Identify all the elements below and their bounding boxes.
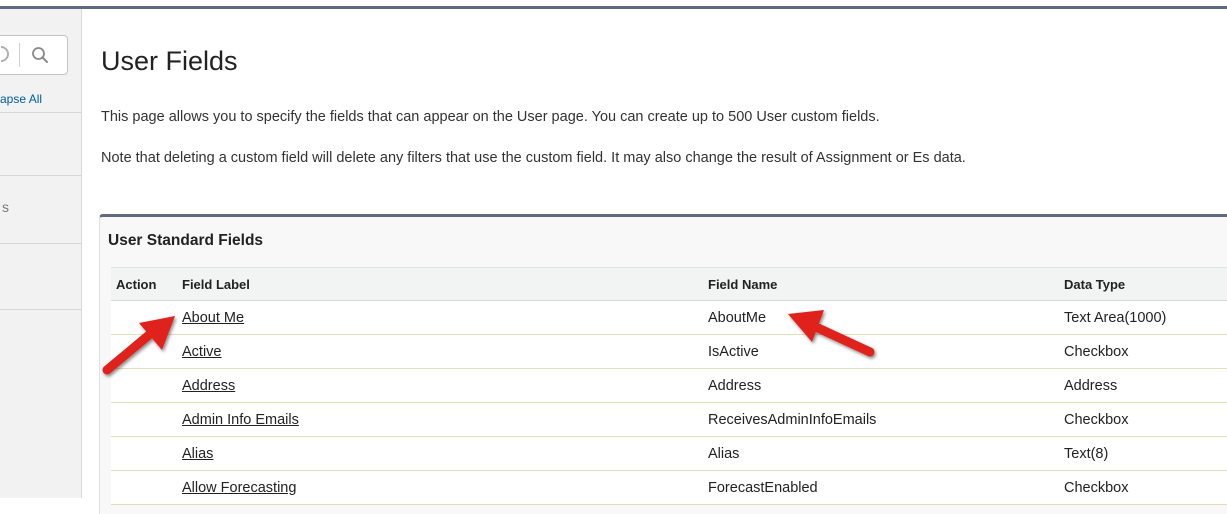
field-name-cell: ForecastEnabled	[703, 470, 1059, 505]
row-action-cell	[111, 300, 177, 335]
row-action-cell	[111, 334, 177, 369]
panel-title: User Standard Fields	[108, 232, 264, 249]
column-header-field-label[interactable]: Field Label	[177, 267, 703, 301]
top-accent-bar	[0, 0, 1227, 9]
field-label-cell: Active	[177, 334, 703, 369]
field-name-cell: Alias	[703, 436, 1059, 471]
sidebar-partial-item[interactable]: s	[2, 199, 9, 215]
search-separator	[19, 43, 20, 67]
sidebar-divider	[0, 309, 82, 310]
page-note: Note that deleting a custom field will d…	[101, 150, 966, 166]
standard-fields-table: Action Field Label Field Name Data Type …	[111, 267, 1227, 505]
sidebar-divider	[0, 243, 82, 244]
data-type-cell: Address	[1059, 368, 1227, 403]
sidebar: apse All s	[0, 9, 82, 498]
field-label-link[interactable]: Active	[182, 344, 222, 360]
field-label-cell: About Me	[177, 300, 703, 335]
field-label-link[interactable]: Admin Info Emails	[182, 412, 299, 428]
table-row: Admin Info Emails ReceivesAdminInfoEmail…	[111, 402, 1227, 437]
table-row: Alias Alias Text(8)	[111, 436, 1227, 471]
field-name-cell: Address	[703, 368, 1059, 403]
data-type-cell: Checkbox	[1059, 402, 1227, 437]
page-title: User Fields	[101, 46, 238, 76]
column-header-data-type[interactable]: Data Type	[1059, 267, 1227, 301]
table-row: Allow Forecasting ForecastEnabled Checkb…	[111, 470, 1227, 505]
field-label-link[interactable]: Alias	[182, 446, 213, 462]
search-icon[interactable]	[29, 44, 51, 66]
data-type-cell: Text(8)	[1059, 436, 1227, 471]
table-header-row: Action Field Label Field Name Data Type	[111, 267, 1227, 301]
field-name-cell: ReceivesAdminInfoEmails	[703, 402, 1059, 437]
sidebar-divider	[0, 175, 82, 176]
page-description: This page allows you to specify the fiel…	[101, 109, 880, 125]
column-header-action: Action	[111, 267, 177, 301]
field-label-link[interactable]: Allow Forecasting	[182, 480, 296, 496]
sidebar-divider	[0, 112, 82, 113]
row-action-cell	[111, 368, 177, 403]
field-label-link[interactable]: Address	[182, 378, 235, 394]
field-name-cell: AboutMe	[703, 300, 1059, 335]
collapse-all-link[interactable]: apse All	[0, 92, 42, 106]
field-label-link[interactable]: About Me	[182, 310, 244, 326]
table-row: Address Address Address	[111, 368, 1227, 403]
data-type-cell: Text Area(1000)	[1059, 300, 1227, 335]
field-name-cell: IsActive	[703, 334, 1059, 369]
data-type-cell: Checkbox	[1059, 470, 1227, 505]
table-row: Active IsActive Checkbox	[111, 334, 1227, 369]
column-header-field-name[interactable]: Field Name	[703, 267, 1059, 301]
search-clear-icon[interactable]	[1, 46, 9, 62]
row-action-cell	[111, 470, 177, 505]
row-action-cell	[111, 402, 177, 437]
field-label-cell: Admin Info Emails	[177, 402, 703, 437]
data-type-cell: Checkbox	[1059, 334, 1227, 369]
table-row: About Me AboutMe Text Area(1000)	[111, 300, 1227, 335]
field-label-cell: Address	[177, 368, 703, 403]
sidebar-search-box[interactable]	[0, 35, 68, 75]
field-label-cell: Allow Forecasting	[177, 470, 703, 505]
field-label-cell: Alias	[177, 436, 703, 471]
row-action-cell	[111, 436, 177, 471]
user-standard-fields-panel: User Standard Fields Action Field Label …	[99, 214, 1227, 514]
